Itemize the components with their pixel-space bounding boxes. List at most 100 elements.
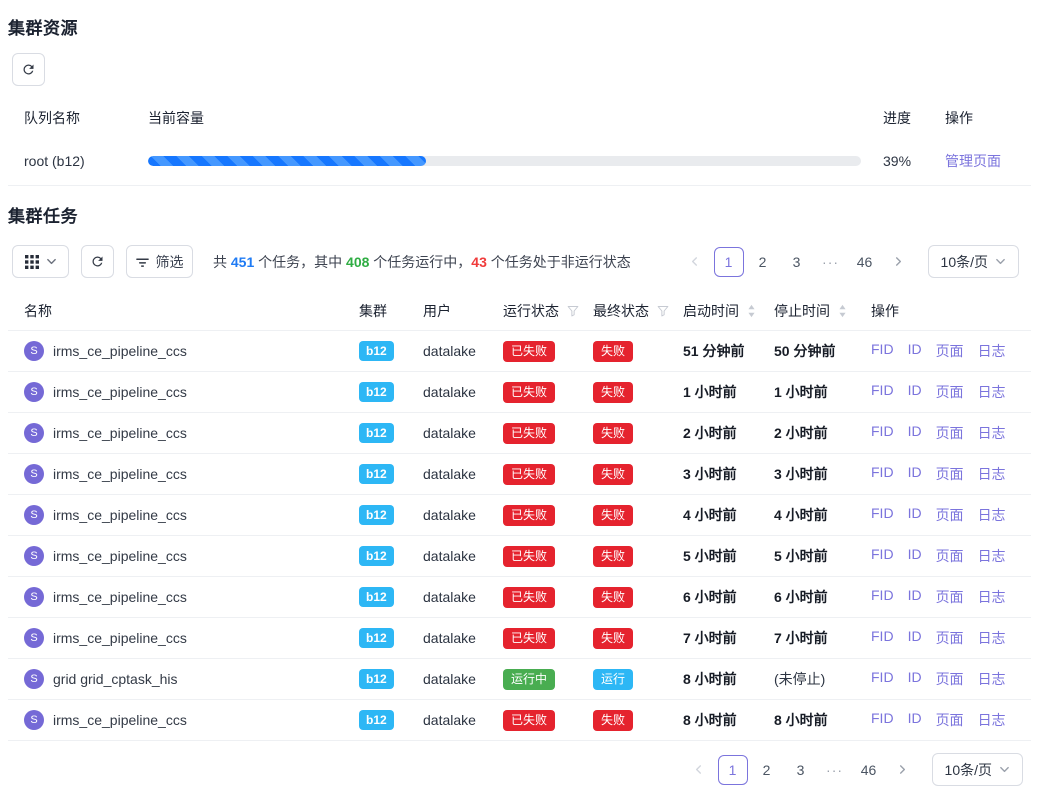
pagination-pages: 123···46	[714, 247, 880, 277]
action-link-日志[interactable]: 日志	[978, 382, 1006, 402]
action-link-fid[interactable]: FID	[871, 628, 894, 648]
action-link-页面[interactable]: 页面	[936, 341, 964, 361]
action-link-fid[interactable]: FID	[871, 546, 894, 566]
filter-funnel-icon[interactable]	[567, 305, 579, 317]
user-name: datalake	[423, 712, 503, 728]
action-link-id[interactable]: ID	[908, 710, 922, 730]
page-size-value: 10条/页	[945, 760, 992, 780]
pagination-page-3[interactable]: 3	[782, 247, 812, 277]
action-link-日志[interactable]: 日志	[978, 423, 1006, 443]
action-link-页面[interactable]: 页面	[936, 587, 964, 607]
run-status-badge: 已失败	[503, 546, 555, 567]
row-actions: FID ID 页面日志	[871, 546, 1031, 566]
action-link-日志[interactable]: 日志	[978, 505, 1006, 525]
action-link-日志[interactable]: 日志	[978, 587, 1006, 607]
col-cluster: 集群	[359, 301, 423, 321]
task-name: irms_ce_pipeline_ccs	[53, 630, 187, 646]
start-time: 2 小时前	[683, 423, 774, 443]
start-time: 1 小时前	[683, 382, 774, 402]
action-link-id[interactable]: ID	[908, 669, 922, 689]
page-size-select[interactable]: 10条/页	[932, 753, 1023, 786]
columns-dropdown-button[interactable]	[12, 245, 69, 278]
action-link-fid[interactable]: FID	[871, 423, 894, 443]
final-status-badge: 失败	[593, 710, 633, 731]
user-name: datalake	[423, 589, 503, 605]
col-user: 用户	[423, 301, 503, 321]
pagination-next-button[interactable]	[884, 247, 914, 277]
pagination-bottom: 123···46 10条/页	[684, 753, 1023, 786]
refresh-button[interactable]	[12, 53, 45, 86]
task-name: grid grid_cptask_his	[53, 671, 178, 687]
action-link-fid[interactable]: FID	[871, 587, 894, 607]
action-link-页面[interactable]: 页面	[936, 628, 964, 648]
action-link-id[interactable]: ID	[908, 546, 922, 566]
action-link-页面[interactable]: 页面	[936, 464, 964, 484]
sort-icon[interactable]	[838, 304, 847, 318]
action-link-id[interactable]: ID	[908, 464, 922, 484]
action-link-页面[interactable]: 页面	[936, 505, 964, 525]
cluster-badge: b12	[359, 423, 394, 443]
avatar: S	[24, 423, 44, 443]
action-link-fid[interactable]: FID	[871, 464, 894, 484]
pagination-page-3[interactable]: 3	[786, 755, 816, 785]
action-link-日志[interactable]: 日志	[978, 710, 1006, 730]
action-link-id[interactable]: ID	[908, 382, 922, 402]
action-link-fid[interactable]: FID	[871, 669, 894, 689]
resources-table: 队列名称 当前容量 进度 操作 root (b12) 39% 管理页面	[8, 100, 1031, 186]
action-link-id[interactable]: ID	[908, 423, 922, 443]
table-row: S irms_ce_pipeline_ccs b12 datalake 已失败 …	[8, 700, 1031, 741]
action-link-id[interactable]: ID	[908, 628, 922, 648]
pagination-page-46[interactable]: 46	[854, 755, 884, 785]
grid-icon	[25, 255, 39, 269]
col-start-time: 启动时间	[683, 301, 774, 321]
action-link-fid[interactable]: FID	[871, 710, 894, 730]
page-size-select[interactable]: 10条/页	[928, 245, 1019, 278]
refresh-icon	[90, 254, 105, 269]
action-link-页面[interactable]: 页面	[936, 423, 964, 443]
pagination-page-2[interactable]: 2	[752, 755, 782, 785]
stop-time: 5 小时前	[774, 546, 871, 566]
action-link-日志[interactable]: 日志	[978, 546, 1006, 566]
action-link-fid[interactable]: FID	[871, 505, 894, 525]
action-link-页面[interactable]: 页面	[936, 669, 964, 689]
tasks-refresh-button[interactable]	[81, 245, 114, 278]
stop-time: (未停止)	[774, 669, 871, 689]
cluster-badge: b12	[359, 341, 394, 361]
action-link-id[interactable]: ID	[908, 505, 922, 525]
run-status-badge: 已失败	[503, 505, 555, 526]
action-link-页面[interactable]: 页面	[936, 710, 964, 730]
action-link-页面[interactable]: 页面	[936, 546, 964, 566]
refresh-icon	[21, 62, 36, 77]
pagination-ellipsis[interactable]: ···	[816, 247, 846, 277]
action-link-日志[interactable]: 日志	[978, 669, 1006, 689]
action-link-日志[interactable]: 日志	[978, 628, 1006, 648]
sort-icon[interactable]	[747, 304, 756, 318]
pagination-next-button[interactable]	[888, 755, 918, 785]
table-row: S irms_ce_pipeline_ccs b12 datalake 已失败 …	[8, 536, 1031, 577]
action-link-日志[interactable]: 日志	[978, 464, 1006, 484]
filter-button[interactable]: 筛选	[126, 245, 193, 278]
table-row: S irms_ce_pipeline_ccs b12 datalake 已失败 …	[8, 372, 1031, 413]
filter-funnel-icon[interactable]	[657, 305, 669, 317]
table-row: S grid grid_cptask_his b12 datalake 运行中 …	[8, 659, 1031, 700]
task-name: irms_ce_pipeline_ccs	[53, 712, 187, 728]
final-status-badge: 失败	[593, 546, 633, 567]
stop-time: 3 小时前	[774, 464, 871, 484]
pagination-page-1[interactable]: 1	[714, 247, 744, 277]
pagination-page-46[interactable]: 46	[850, 247, 880, 277]
action-link-页面[interactable]: 页面	[936, 382, 964, 402]
action-link-fid[interactable]: FID	[871, 382, 894, 402]
row-actions: FID ID 页面日志	[871, 382, 1031, 402]
pagination-ellipsis[interactable]: ···	[820, 755, 850, 785]
action-link-id[interactable]: ID	[908, 587, 922, 607]
action-link-id[interactable]: ID	[908, 341, 922, 361]
run-status-badge: 已失败	[503, 464, 555, 485]
pagination-page-2[interactable]: 2	[748, 247, 778, 277]
failed-count: 43	[471, 254, 487, 270]
manage-page-link[interactable]: 管理页面	[945, 153, 1001, 169]
cluster-badge: b12	[359, 382, 394, 402]
pagination-page-1[interactable]: 1	[718, 755, 748, 785]
action-link-日志[interactable]: 日志	[978, 341, 1006, 361]
task-name: irms_ce_pipeline_ccs	[53, 589, 187, 605]
action-link-fid[interactable]: FID	[871, 341, 894, 361]
